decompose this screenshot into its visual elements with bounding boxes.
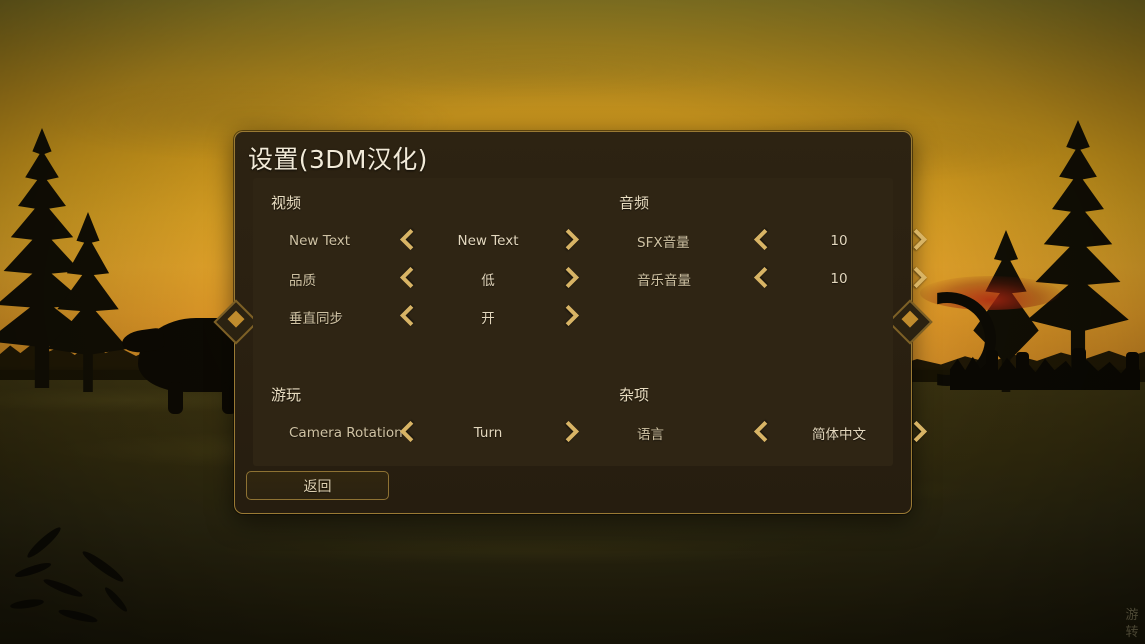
setting-value-language: 简体中文 [812,427,866,443]
chevron-right-icon[interactable] [557,420,581,446]
chevron-right-icon[interactable] [905,266,929,292]
setting-control-new-text: New Text [395,222,581,260]
group-title-video: 视频 [271,194,302,212]
setting-control-sfx-volume: 10 [749,222,929,260]
setting-value-new-text: New Text [457,233,519,249]
chevron-left-icon[interactable] [749,228,773,254]
group-title-audio: 音频 [619,194,650,212]
chevron-left-icon[interactable] [749,266,773,292]
chevron-right-icon[interactable] [557,266,581,292]
chevron-right-icon[interactable] [905,228,929,254]
chevron-right-icon[interactable] [557,304,581,330]
game-screen: 游转 设置(3DM汉化) 视频 New Text New Text 品质 低 垂… [0,0,1145,644]
setting-row-camera-rotation: Camera Rotation Turn [271,414,581,452]
setting-label-new-text: New Text [289,233,351,249]
figure-silhouette [1016,352,1029,390]
group-title-gameplay: 游玩 [271,386,302,404]
setting-row-vsync: 垂直同步 开 [271,298,581,336]
chevron-left-icon[interactable] [395,266,419,292]
settings-content: 视频 New Text New Text 品质 低 垂直同步 开 音频 SFX音… [253,178,893,466]
group-title-misc: 杂项 [619,386,650,404]
setting-label-quality: 品质 [289,273,316,289]
group-gameplay: 游玩 Camera Rotation Turn [271,384,581,452]
setting-control-vsync: 开 [395,298,581,336]
figure-silhouette [986,350,998,390]
setting-control-quality: 低 [395,260,581,298]
setting-row-language: 语言 简体中文 [619,414,929,452]
setting-row-new-text: New Text New Text [271,222,581,260]
chevron-left-icon[interactable] [749,420,773,446]
setting-row-sfx-volume: SFX音量 10 [619,222,929,260]
chevron-left-icon[interactable] [395,304,419,330]
setting-value-quality: 低 [481,273,495,289]
setting-row-music-volume: 音乐音量 10 [619,260,929,298]
group-misc: 杂项 语言 简体中文 [619,384,929,452]
chevron-left-icon[interactable] [395,228,419,254]
setting-label-vsync: 垂直同步 [289,311,343,327]
group-audio: 音频 SFX音量 10 音乐音量 10 [619,192,929,298]
chevron-right-icon[interactable] [557,228,581,254]
setting-label-camera-rotation: Camera Rotation [289,425,403,441]
setting-control-language: 简体中文 [749,414,929,452]
setting-value-music-volume: 10 [830,271,848,287]
figure-silhouette [1072,348,1086,390]
figure-silhouette [1126,352,1139,390]
chevron-right-icon[interactable] [905,420,929,446]
setting-label-language: 语言 [637,427,664,443]
chevron-left-icon[interactable] [395,420,419,446]
setting-label-music-volume: 音乐音量 [637,273,691,289]
setting-control-camera-rotation: Turn [395,414,581,452]
page-title: 设置(3DM汉化) [248,145,428,174]
setting-row-quality: 品质 低 [271,260,581,298]
setting-label-sfx-volume: SFX音量 [637,235,690,251]
watermark: 游转 [1125,607,1139,639]
back-button[interactable]: 返回 [246,471,389,500]
animal-leg-front [168,382,183,414]
setting-value-vsync: 开 [481,311,495,327]
setting-value-camera-rotation: Turn [473,425,503,441]
settings-panel: 设置(3DM汉化) 视频 New Text New Text 品质 低 垂直同步… [213,131,933,514]
setting-control-music-volume: 10 [749,260,929,298]
group-video: 视频 New Text New Text 品质 低 垂直同步 开 [271,192,581,336]
setting-value-sfx-volume: 10 [830,233,848,249]
